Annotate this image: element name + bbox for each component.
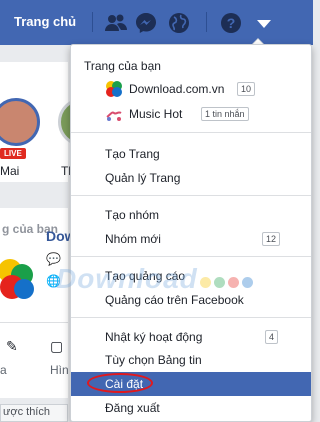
menu-item-settings[interactable]: Cài đặt xyxy=(71,372,311,396)
svg-text:?: ? xyxy=(227,15,236,31)
menu-page-download[interactable]: Download.com.vn 10 xyxy=(71,77,311,101)
menu-divider xyxy=(71,256,311,257)
like-button[interactable]: ược thích xyxy=(0,404,68,422)
home-link[interactable]: Trang chủ xyxy=(14,14,76,29)
divider xyxy=(206,12,207,32)
menu-item-create-page[interactable]: Tạo Trang xyxy=(71,142,311,166)
divider xyxy=(92,12,93,32)
edit-icon[interactable]: ✎ xyxy=(6,338,18,355)
music-logo-icon xyxy=(106,111,122,121)
menu-divider xyxy=(71,195,311,196)
action-label[interactable]: a xyxy=(0,363,7,377)
account-dropdown-menu: Trang của bạn Download.com.vn 10 Music H… xyxy=(70,44,312,422)
live-badge: LIVE xyxy=(0,148,26,159)
menu-divider xyxy=(71,132,311,133)
menu-divider xyxy=(71,317,311,318)
messenger-icon[interactable] xyxy=(134,11,158,35)
count-badge: 4 xyxy=(265,330,279,344)
watermark: Download xyxy=(56,263,198,294)
globe-icon[interactable] xyxy=(167,11,191,35)
count-badge: 12 xyxy=(262,232,281,246)
menu-item-new-groups[interactable]: Nhóm mới 12 xyxy=(71,227,311,251)
menu-item-create-group[interactable]: Tạo nhóm xyxy=(71,203,311,227)
story-name: Mai xyxy=(0,164,20,178)
divider xyxy=(0,322,68,323)
action-label[interactable]: Hìn xyxy=(50,363,69,377)
menu-item-news-feed-preferences[interactable]: Tùy chọn Bảng tin xyxy=(71,348,311,372)
menu-header: Trang của bạn xyxy=(84,59,161,73)
download-logo-icon xyxy=(0,257,36,307)
download-logo-icon xyxy=(106,81,122,97)
top-navigation-bar: Trang chủ ? xyxy=(0,0,313,45)
menu-page-music-hot[interactable]: Music Hot 1 tin nhắn xyxy=(71,102,311,126)
watermark-dots xyxy=(200,277,256,291)
page-name-label: Download.com.vn xyxy=(129,82,225,96)
notification-badge: 10 xyxy=(237,82,256,96)
photo-icon[interactable]: ▢ xyxy=(50,338,63,355)
message-badge: 1 tin nhắn xyxy=(201,107,249,121)
menu-item-manage-pages[interactable]: Quản lý Trang xyxy=(71,166,311,190)
menu-item-log-out[interactable]: Đăng xuất xyxy=(71,396,311,420)
dropdown-arrow-icon[interactable] xyxy=(252,11,276,35)
page-name-label: Music Hot xyxy=(129,107,183,121)
help-icon[interactable]: ? xyxy=(219,11,243,35)
friends-icon[interactable] xyxy=(104,11,128,35)
menu-item-activity-log[interactable]: Nhật ký hoạt động 4 xyxy=(71,325,311,349)
